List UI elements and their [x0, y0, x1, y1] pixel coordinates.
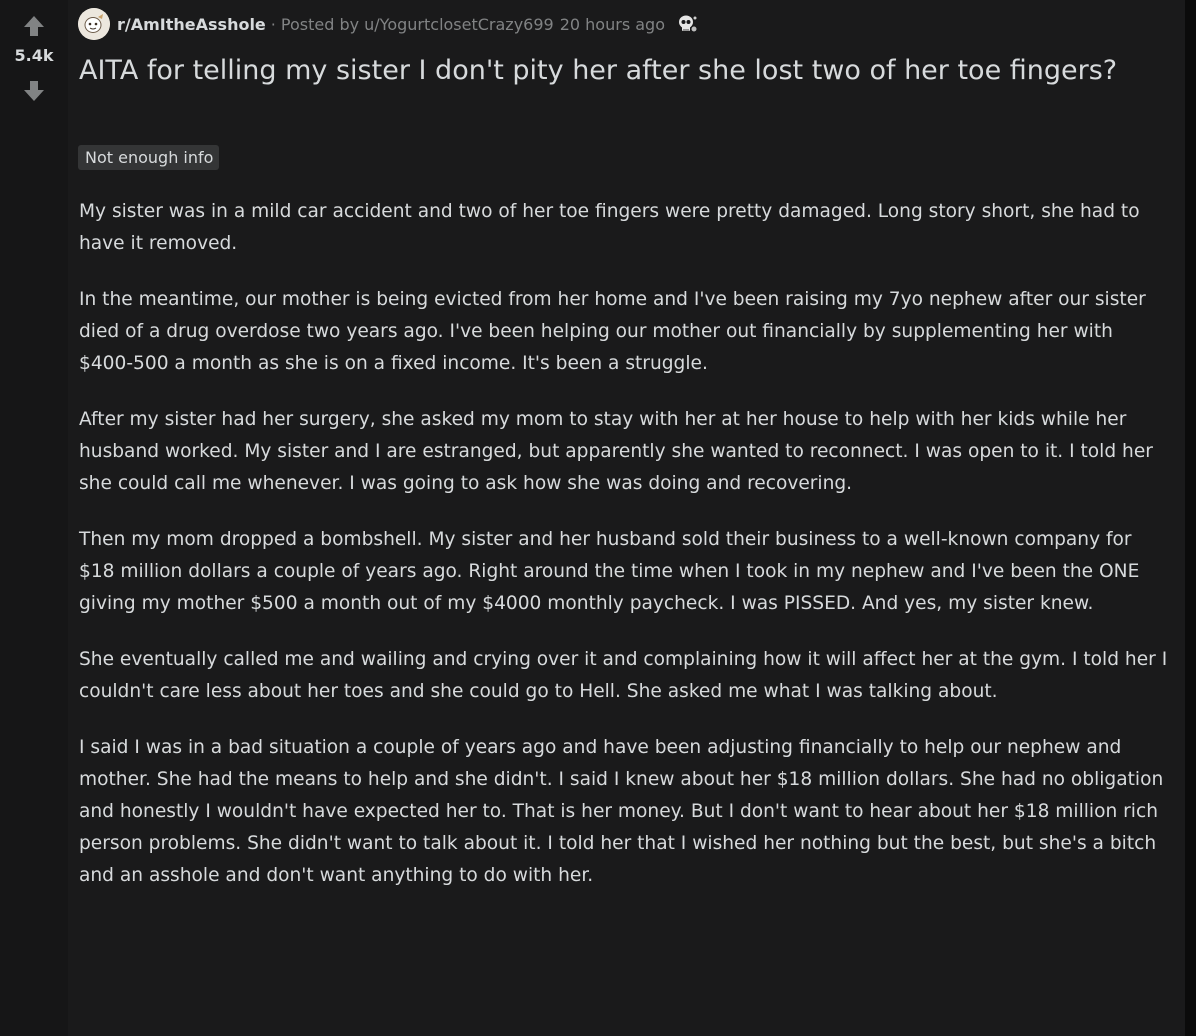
- downvote-arrow-icon: [24, 81, 44, 101]
- post-meta: r/AmItheAsshole · Posted by u/Yogurtclos…: [78, 8, 699, 40]
- upvote-arrow-icon: [24, 16, 44, 36]
- subreddit-avatar-icon: [78, 8, 110, 40]
- posted-by[interactable]: Posted by u/YogurtclosetCrazy699: [281, 15, 554, 34]
- paragraph-2: In the meantime, our mother is being evi…: [79, 289, 1146, 374]
- vote-column: 5.4k: [0, 0, 68, 1036]
- downvote-button[interactable]: [22, 79, 46, 103]
- paragraph-3: After my sister had her surgery, she ask…: [79, 409, 1153, 494]
- meta-separator: ·: [270, 14, 276, 34]
- vote-score: 5.4k: [14, 46, 54, 65]
- paragraph-1: My sister was in a mild car accident and…: [79, 201, 1140, 254]
- paragraph-6: I said I was in a bad situation a couple…: [79, 737, 1164, 886]
- post-title[interactable]: AITA for telling my sister I don't pity …: [79, 52, 1129, 90]
- paragraph-4: Then my mom dropped a bombshell. My sist…: [79, 529, 1140, 614]
- subreddit-avatar[interactable]: [78, 8, 110, 40]
- post-card: 5.4k r/AmItheAsshole · Posted by u/Yogur…: [0, 0, 1185, 1036]
- skull-icon: [678, 15, 697, 32]
- upvote-button[interactable]: [22, 14, 46, 38]
- post-flair[interactable]: Not enough info: [78, 145, 220, 170]
- post-time: 20 hours ago: [559, 14, 665, 34]
- skull-award-icon[interactable]: [675, 12, 699, 36]
- paragraph-5: She eventually called me and wailing and…: [79, 649, 1168, 702]
- post-body: My sister was in a mild car accident and…: [79, 196, 1169, 916]
- subreddit-link[interactable]: r/AmItheAsshole: [117, 15, 266, 34]
